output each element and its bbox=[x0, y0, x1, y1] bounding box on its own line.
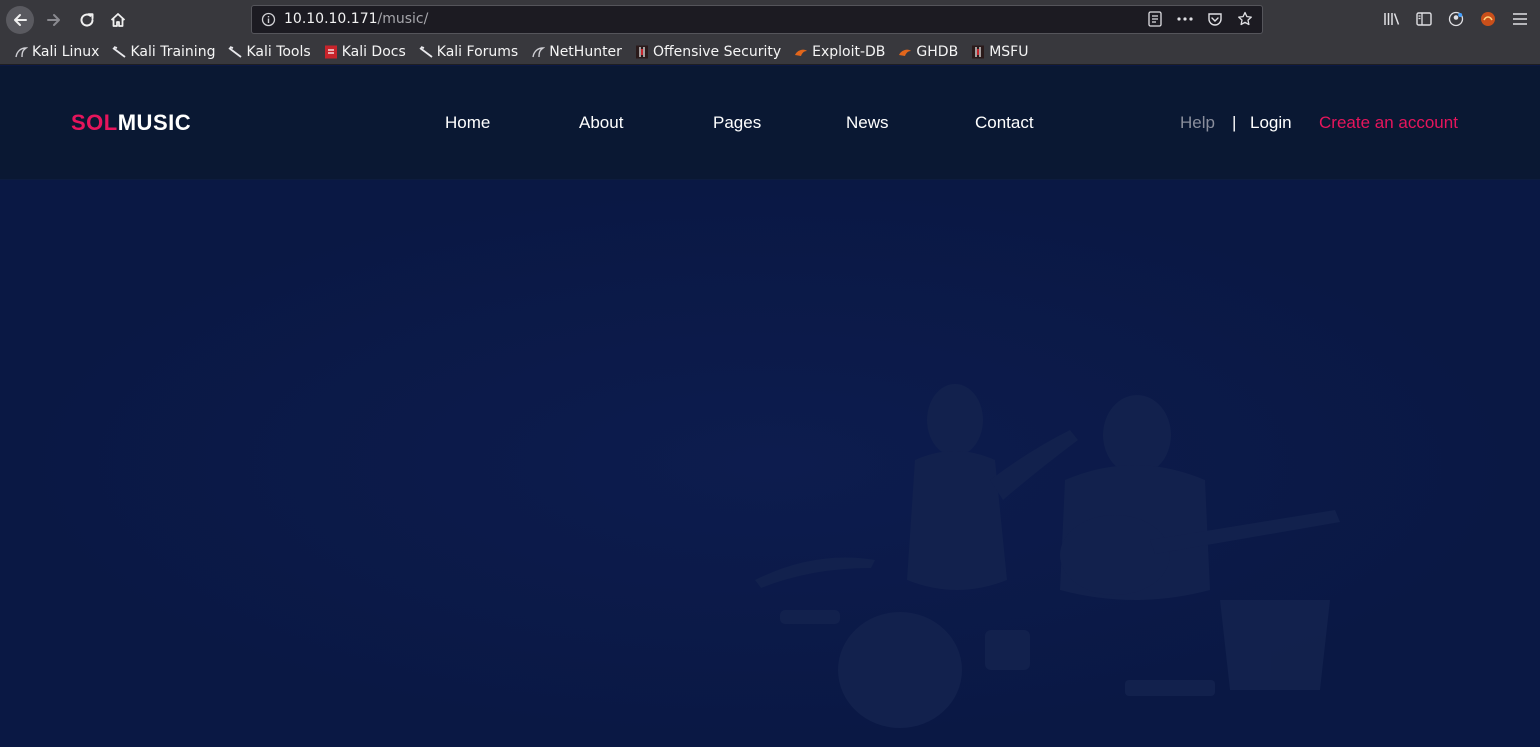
bookmark-kali-docs[interactable]: Kali Docs bbox=[324, 44, 406, 60]
url-path: /music/ bbox=[377, 11, 429, 27]
hero-band-illustration bbox=[0, 180, 1540, 747]
bookmark-kali-tools[interactable]: Kali Tools bbox=[228, 44, 311, 60]
reload-button[interactable] bbox=[73, 6, 101, 34]
nav-news[interactable]: News bbox=[846, 113, 889, 133]
nav-pages[interactable]: Pages bbox=[713, 113, 761, 133]
bookmark-kali-forums[interactable]: Kali Forums bbox=[419, 44, 518, 60]
browser-right-tools bbox=[1382, 8, 1540, 30]
offsec-icon bbox=[635, 45, 648, 59]
kali-knife-icon bbox=[228, 46, 242, 58]
url-text[interactable]: 10.10.10.171/music/ bbox=[284, 11, 428, 27]
pocket-icon[interactable] bbox=[1206, 10, 1224, 28]
create-account-link[interactable]: Create an account bbox=[1319, 113, 1458, 133]
bookmark-label: Offensive Security bbox=[652, 44, 782, 60]
exploitdb-icon bbox=[899, 49, 912, 56]
bookmark-label: Exploit-DB bbox=[812, 44, 886, 60]
login-link[interactable]: Login bbox=[1250, 113, 1292, 133]
kali-knife-icon bbox=[419, 46, 433, 58]
site-header: SOLMUSIC Home About Pages News Contact H… bbox=[0, 66, 1540, 180]
url-bar[interactable]: 10.10.10.171/music/ bbox=[251, 5, 1263, 34]
hero-section bbox=[0, 180, 1540, 747]
library-icon[interactable] bbox=[1382, 8, 1402, 30]
browser-toolbar: 10.10.10.171/music/ bbox=[0, 0, 1540, 40]
reload-icon bbox=[80, 13, 94, 27]
bookmark-label: NetHunter bbox=[549, 44, 622, 60]
bookmark-label: GHDB bbox=[916, 44, 959, 60]
bookmark-label: Kali Training bbox=[130, 44, 216, 60]
site-logo[interactable]: SOLMUSIC bbox=[71, 110, 191, 136]
more-actions-icon[interactable] bbox=[1176, 10, 1194, 28]
bookmark-ghdb[interactable]: GHDB bbox=[898, 44, 958, 60]
menu-icon[interactable] bbox=[1510, 8, 1530, 30]
url-host: 10.10.10.171 bbox=[284, 11, 378, 27]
kali-knife-icon bbox=[112, 46, 127, 58]
extension-icon[interactable] bbox=[1478, 8, 1498, 30]
bookmark-label: Kali Tools bbox=[246, 44, 311, 60]
logo-part-music: MUSIC bbox=[117, 110, 192, 135]
bookmark-offensive-security[interactable]: Offensive Security bbox=[635, 44, 781, 60]
nav-separator: | bbox=[1232, 113, 1237, 132]
nav-home[interactable]: Home bbox=[445, 113, 490, 133]
home-button[interactable] bbox=[104, 6, 132, 34]
bookmark-label: Kali Docs bbox=[341, 44, 406, 60]
bookmark-label: Kali Linux bbox=[32, 44, 100, 60]
logo-part-sol: SOL bbox=[71, 110, 118, 135]
home-icon bbox=[110, 13, 126, 27]
url-actions bbox=[1146, 10, 1254, 28]
bookmark-star-icon[interactable] bbox=[1236, 10, 1254, 28]
forward-button[interactable] bbox=[40, 6, 68, 34]
bookmark-label: MSFU bbox=[989, 44, 1029, 60]
bookmark-label: Kali Forums bbox=[436, 44, 519, 60]
exploitdb-icon bbox=[795, 49, 808, 56]
help-link[interactable]: Help bbox=[1180, 113, 1215, 133]
sidebar-icon[interactable] bbox=[1414, 8, 1434, 30]
bookmark-exploit-db[interactable]: Exploit-DB bbox=[794, 44, 885, 60]
bookmark-kali-training[interactable]: Kali Training bbox=[112, 44, 215, 60]
bookmarks-toolbar: Kali Linux Kali Training Kali Tools Kali… bbox=[0, 40, 1540, 65]
account-icon[interactable] bbox=[1446, 8, 1466, 30]
bookmark-nethunter[interactable]: NetHunter bbox=[531, 44, 622, 60]
arrow-right-icon bbox=[47, 14, 60, 26]
nav-contact[interactable]: Contact bbox=[975, 113, 1034, 133]
arrow-left-icon bbox=[14, 14, 27, 26]
kali-dragon-icon bbox=[532, 47, 546, 58]
offsec-icon bbox=[972, 45, 985, 59]
kali-dragon-icon bbox=[15, 47, 28, 58]
bookmark-kali-linux[interactable]: Kali Linux bbox=[14, 44, 99, 60]
docs-icon bbox=[324, 45, 337, 59]
back-button[interactable] bbox=[6, 6, 34, 34]
nav-about[interactable]: About bbox=[579, 113, 623, 133]
reader-view-icon[interactable] bbox=[1146, 10, 1164, 28]
info-icon[interactable] bbox=[261, 12, 276, 27]
bookmark-msfu[interactable]: MSFU bbox=[971, 44, 1028, 60]
